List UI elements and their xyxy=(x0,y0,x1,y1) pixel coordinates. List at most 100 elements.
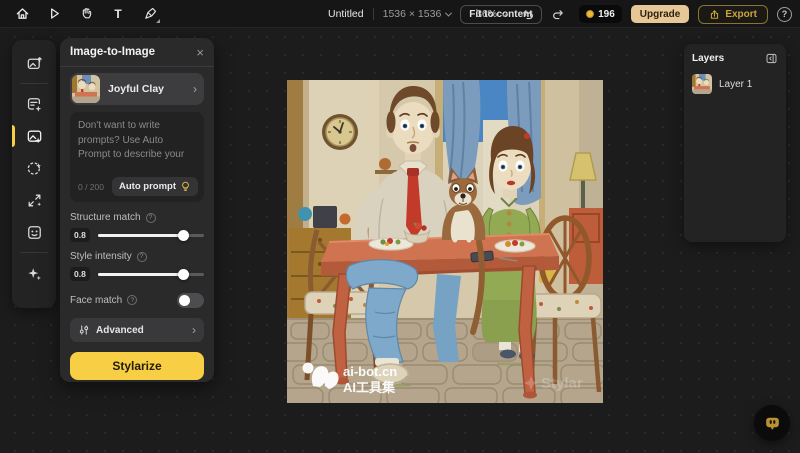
chevron-down-icon xyxy=(501,9,508,16)
prompt-box: 0 / 200 Auto prompt xyxy=(70,112,204,202)
advanced-label: Advanced xyxy=(96,325,186,336)
hand-icon xyxy=(79,6,94,21)
canvas-image[interactable]: ai-bot.cn AI工具集 Stylar xyxy=(287,80,603,403)
document-title[interactable]: Untitled xyxy=(328,8,364,20)
image-to-image-button[interactable] xyxy=(21,123,47,149)
slider-fill xyxy=(98,273,183,276)
support-chat-button[interactable] xyxy=(754,405,790,441)
upscale-button[interactable] xyxy=(21,187,47,213)
circle-sparkle-icon xyxy=(26,160,43,177)
image-to-image-panel: Image-to-Image × Joyful Clay › xyxy=(60,38,214,382)
help-button[interactable]: ? xyxy=(777,7,792,22)
undo-button[interactable] xyxy=(516,3,540,25)
select-tool-button[interactable] xyxy=(42,3,66,25)
layers-header: Layers xyxy=(692,52,778,65)
cursor-icon xyxy=(47,6,62,21)
info-icon[interactable]: ? xyxy=(137,252,147,262)
image-sparkle-icon xyxy=(26,128,43,145)
style-intensity-slider-row: 0.8 xyxy=(70,268,204,280)
zoom-dropdown[interactable]: 36% xyxy=(476,8,507,20)
upgrade-button[interactable]: Upgrade xyxy=(631,5,690,23)
char-count: 0 / 200 xyxy=(78,182,104,192)
close-icon[interactable]: × xyxy=(196,46,204,59)
style-name: Joyful Clay xyxy=(108,83,193,95)
layer-thumbnail xyxy=(692,74,712,94)
prompt-sparkle-icon xyxy=(26,96,43,113)
credits-count: 196 xyxy=(598,9,615,20)
layers-title: Layers xyxy=(692,53,724,64)
structure-match-label: Structure match xyxy=(70,212,141,223)
slider-thumb[interactable] xyxy=(178,230,189,241)
panel-divider xyxy=(60,66,214,67)
style-intensity-value: 0.8 xyxy=(70,267,90,281)
canvas-size-value: 1536 × 1536 xyxy=(383,8,442,20)
face-icon xyxy=(26,224,43,241)
claymation-scene: ai-bot.cn AI工具集 Stylar xyxy=(287,80,603,403)
layer-name: Layer 1 xyxy=(719,79,752,90)
wall-clock xyxy=(322,114,358,150)
layer-row[interactable]: Layer 1 xyxy=(692,74,778,94)
style-thumbnail-image xyxy=(72,75,100,103)
stylarize-button[interactable]: Stylarize xyxy=(70,352,204,380)
text-to-image-button[interactable] xyxy=(21,91,47,117)
insert-image-button[interactable] xyxy=(21,50,47,76)
face-swap-button[interactable] xyxy=(21,219,47,245)
watermark-domain: ai-bot.cn xyxy=(343,364,397,379)
watermark-cjk: AI工具集 xyxy=(343,380,396,395)
slider-thumb[interactable] xyxy=(178,269,189,280)
layer-thumbnail-image xyxy=(692,74,712,94)
chevron-right-icon: › xyxy=(193,82,197,96)
app-window: T Untitled 1536 × 1536 Fit to content 36… xyxy=(0,0,800,453)
face-match-toggle[interactable] xyxy=(177,293,204,308)
style-thumbnail xyxy=(72,75,100,103)
sliders-icon xyxy=(78,324,90,336)
hand-tool-button[interactable] xyxy=(74,3,98,25)
undo-icon xyxy=(521,7,535,21)
collapse-panel-icon[interactable] xyxy=(765,52,778,65)
chat-bubble-icon xyxy=(763,414,782,433)
panel-title: Image-to-Image xyxy=(70,46,155,58)
face-match-row: Face match ? xyxy=(70,292,204,308)
rail-divider xyxy=(20,83,48,84)
restyle-button[interactable] xyxy=(21,155,47,181)
export-button[interactable]: Export xyxy=(698,5,768,24)
face-match-label: Face match xyxy=(70,295,122,306)
panel-header: Image-to-Image × xyxy=(70,38,204,66)
style-intensity-label: Style intensity xyxy=(70,251,132,262)
upscale-icon xyxy=(26,192,43,209)
redo-button[interactable] xyxy=(546,3,570,25)
advanced-row[interactable]: Advanced › xyxy=(70,318,204,342)
style-selector[interactable]: Joyful Clay › xyxy=(70,73,204,105)
style-intensity-slider[interactable] xyxy=(98,268,204,280)
image-upload-icon xyxy=(26,55,43,72)
history-controls xyxy=(516,3,570,25)
prompt-input[interactable] xyxy=(78,119,196,165)
auto-prompt-button[interactable]: Auto prompt xyxy=(112,177,198,196)
structure-match-slider-row: 0.8 xyxy=(70,229,204,241)
structure-match-slider[interactable] xyxy=(98,229,204,241)
topbar-tools: T xyxy=(0,3,162,25)
topbar: T Untitled 1536 × 1536 Fit to content 36… xyxy=(0,0,800,28)
home-icon xyxy=(15,6,30,21)
pen-dropdown-indicator xyxy=(156,19,160,23)
export-icon xyxy=(709,9,720,20)
ai-magic-button[interactable] xyxy=(21,260,47,286)
draw-tool-button[interactable] xyxy=(138,3,162,25)
sparkles-icon xyxy=(26,265,43,282)
ghost-watermark-text: Stylar xyxy=(541,375,583,392)
prompt-footer: 0 / 200 Auto prompt xyxy=(78,177,198,196)
credits-badge[interactable]: 196 xyxy=(579,5,622,23)
canvas-size-dropdown[interactable]: 1536 × 1536 xyxy=(373,8,452,20)
home-button[interactable] xyxy=(10,3,34,25)
toggle-knob xyxy=(179,295,190,306)
info-icon[interactable]: ? xyxy=(146,213,156,223)
lightbulb-icon xyxy=(180,181,191,192)
rail-divider xyxy=(20,252,48,253)
coin-icon xyxy=(586,10,594,18)
info-icon[interactable]: ? xyxy=(127,295,137,305)
slider-fill xyxy=(98,234,183,237)
style-intensity-label-row: Style intensity ? xyxy=(70,251,204,262)
export-label: Export xyxy=(725,9,757,20)
text-tool-button[interactable]: T xyxy=(106,3,130,25)
auto-prompt-label: Auto prompt xyxy=(119,181,176,192)
